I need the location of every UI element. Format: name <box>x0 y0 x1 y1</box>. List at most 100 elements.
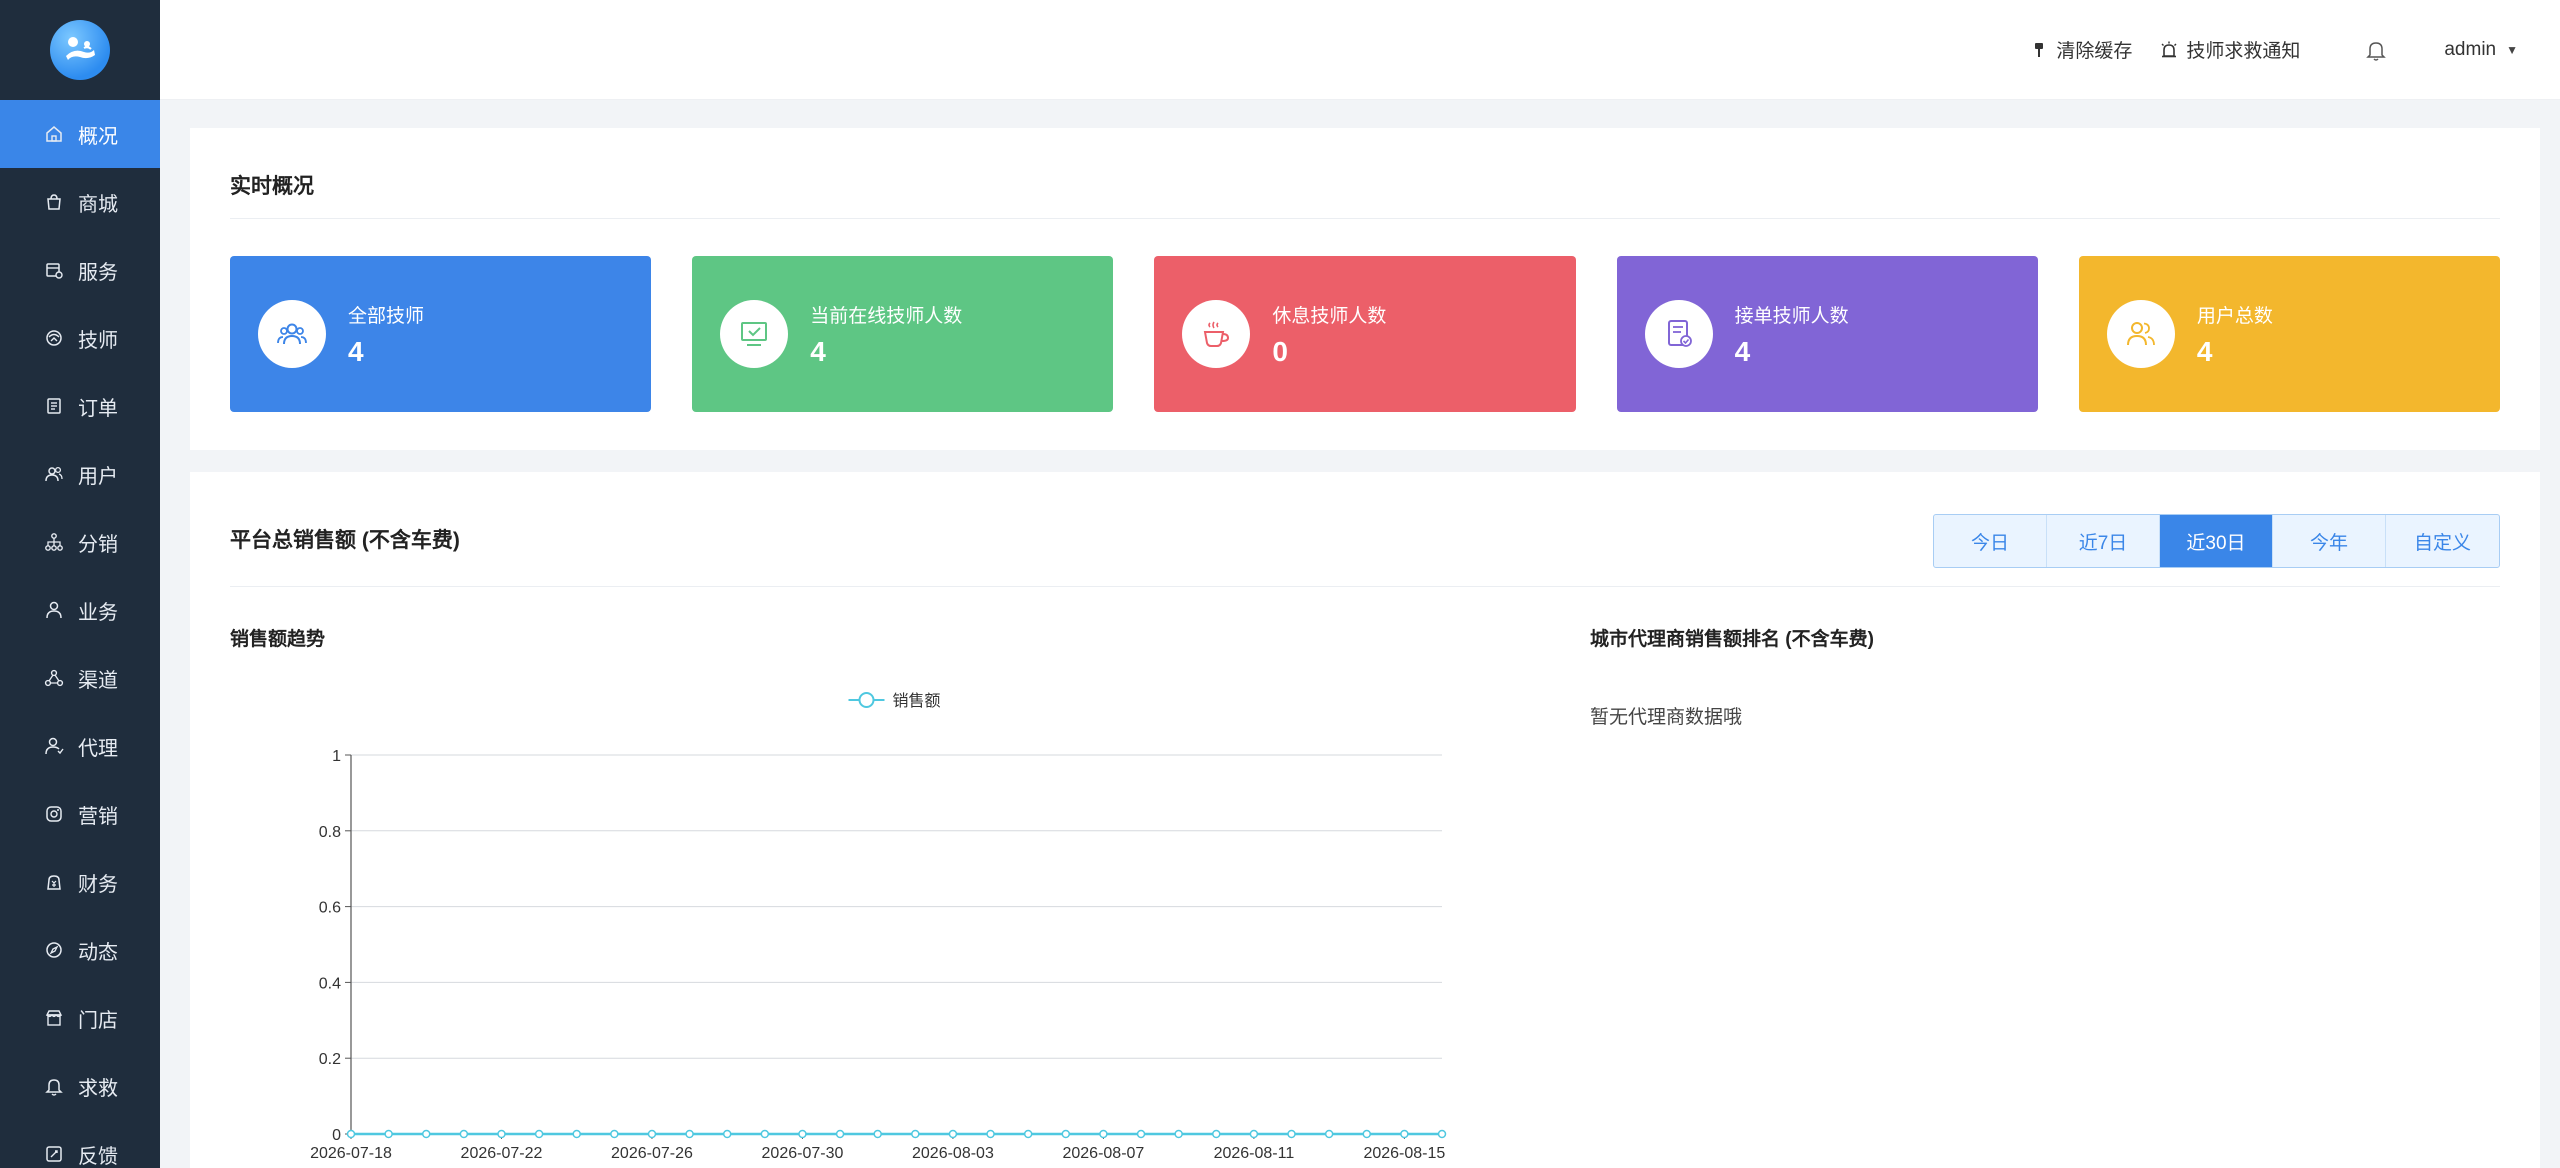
data-point <box>647 1129 657 1139</box>
sidebar-item-0[interactable]: 概况 <box>0 100 160 168</box>
data-point <box>1174 1129 1183 1139</box>
data-point <box>1437 1129 1447 1139</box>
user-menu[interactable]: admin ▼ <box>2444 39 2518 61</box>
data-point <box>948 1129 958 1139</box>
data-point <box>911 1129 920 1139</box>
x-tick-label: 2026-07-22 <box>461 1145 543 1162</box>
stat-card-2[interactable]: 休息技师人数 0 <box>1154 256 1576 412</box>
sidebar-item-9[interactable]: 代理 <box>0 712 160 780</box>
store-icon <box>44 1008 64 1028</box>
stat-card-1[interactable]: 当前在线技师人数 4 <box>692 256 1114 412</box>
range-tab-0[interactable]: 今日 <box>1934 515 2047 567</box>
app-logo[interactable] <box>50 20 110 80</box>
home-icon <box>44 124 64 144</box>
data-point <box>685 1129 694 1139</box>
rescue-notice-button[interactable]: 技师求救通知 <box>2160 36 2300 63</box>
data-point <box>1061 1129 1071 1139</box>
sidebar-item-label: 分销 <box>78 533 118 556</box>
data-point <box>572 1129 581 1139</box>
sidebar-item-13[interactable]: 门店 <box>0 984 160 1052</box>
agent-icon <box>44 736 64 756</box>
sidebar-item-4[interactable]: 订单 <box>0 372 160 440</box>
compass-icon <box>44 940 64 960</box>
caret-down-icon: ▼ <box>2506 42 2518 57</box>
stat-text: 休息技师人数 0 <box>1272 301 1386 368</box>
order-icon <box>44 396 64 416</box>
sidebar-item-1[interactable]: 商城 <box>0 168 160 236</box>
sidebar-item-12[interactable]: 动态 <box>0 916 160 984</box>
ranking-title: 城市代理商销售额排名 (不含车费) <box>1590 629 1874 650</box>
stat-label: 接单技师人数 <box>1734 305 1849 327</box>
sidebar-item-10[interactable]: 营销 <box>0 780 160 848</box>
user-group-icon <box>2106 300 2175 368</box>
data-point <box>1324 1129 1334 1139</box>
data-point <box>1362 1129 1372 1139</box>
username: admin <box>2444 38 2497 60</box>
stat-cards: 全部技师 4 当前在线技师人数 4 休息技师人数 0 接单技师人数 4 用户总数 4 <box>230 256 2501 412</box>
range-tab-2[interactable]: 近30日 <box>2160 515 2273 567</box>
massage-logo-icon <box>66 37 95 60</box>
data-point <box>760 1129 770 1139</box>
data-point <box>835 1129 845 1139</box>
divider <box>230 586 2500 587</box>
sidebar-item-label: 业务 <box>78 601 118 624</box>
business-icon <box>44 600 64 620</box>
y-tick-label: 0.4 <box>319 975 341 992</box>
data-point <box>1212 1129 1221 1139</box>
data-point <box>421 1129 431 1139</box>
shopping-bag-icon <box>44 192 64 212</box>
clear-cache-button[interactable]: 清除缓存 <box>2030 36 2132 63</box>
stat-value: 4 <box>2196 335 2213 367</box>
trend-title: 销售额趋势 <box>230 629 326 650</box>
notification-bell-button[interactable] <box>2364 38 2388 62</box>
sidebar-nav: 概况商城服务 技师 订单 用户分销业务渠道 代理 营销 财务动态门店 求救 反馈 <box>0 100 160 1168</box>
data-point <box>1287 1129 1296 1139</box>
sidebar-item-label: 概况 <box>78 125 118 148</box>
sidebar: 概况商城服务 技师 订单 用户分销业务渠道 代理 营销 财务动态门店 求救 反馈 <box>0 0 160 1168</box>
bell-icon <box>44 1076 64 1096</box>
channel-icon <box>44 668 64 688</box>
sidebar-item-15[interactable]: 反馈 <box>0 1120 160 1168</box>
sidebar-item-5[interactable]: 用户 <box>0 440 160 508</box>
sales-line-chart: 0 0.2 0.4 0.6 0.8 1 2026-07-18 2026-07-22 2026-0… <box>310 692 1447 1162</box>
stat-card-0[interactable]: 全部技师 4 <box>230 256 652 412</box>
sidebar-item-label: 商城 <box>78 193 118 216</box>
legend-label: 销售额 <box>893 692 941 710</box>
stat-value: 4 <box>1734 335 1751 367</box>
sidebar-item-14[interactable]: 求救 <box>0 1052 160 1120</box>
finance-icon <box>44 872 64 892</box>
sidebar-item-6[interactable]: 分销 <box>0 508 160 576</box>
data-point <box>1023 1129 1033 1139</box>
data-point <box>722 1129 732 1139</box>
stat-value: 0 <box>1272 335 1288 367</box>
range-tab-4[interactable]: 自定义 <box>2386 515 2499 567</box>
sidebar-item-2[interactable]: 服务 <box>0 236 160 304</box>
stat-text: 接单技师人数 4 <box>1735 301 1849 368</box>
sales-trend-chart: 0 0.2 0.4 0.6 0.8 1 2026-07-18 2026-07-22 2026-0… <box>226 672 1486 1168</box>
x-tick-label: 2026-07-26 <box>611 1145 693 1162</box>
sidebar-item-11[interactable]: 财务 <box>0 848 160 916</box>
date-range-tabs: 今日 近7日 近30日 今年 自定义 <box>1933 514 2500 568</box>
rescue-notice-label: 技师求救通知 <box>2186 41 2301 62</box>
y-tick-label: 0.8 <box>319 824 341 841</box>
sidebar-item-8[interactable]: 渠道 <box>0 644 160 712</box>
data-point <box>1136 1129 1146 1139</box>
data-point <box>798 1129 807 1139</box>
sales-title: 平台总销售额 (不含车费) <box>230 529 460 552</box>
range-tab-3[interactable]: 今年 <box>2273 515 2386 567</box>
stat-label: 当前在线技师人数 <box>810 305 963 327</box>
legend-marker <box>858 692 875 708</box>
sidebar-item-3[interactable]: 技师 <box>0 304 160 372</box>
y-tick-label: 0 <box>332 1127 341 1144</box>
overview-title: 实时概况 <box>230 175 314 198</box>
sidebar-item-7[interactable]: 业务 <box>0 576 160 644</box>
range-tab-1[interactable]: 近7日 <box>2047 515 2160 567</box>
stat-card-3[interactable]: 接单技师人数 4 <box>1616 256 2038 412</box>
stat-card-4[interactable]: 用户总数 4 <box>2078 256 2501 412</box>
stat-label: 休息技师人数 <box>1272 305 1387 327</box>
sidebar-item-label: 动态 <box>78 941 118 964</box>
monitor-check-icon <box>720 300 789 368</box>
technicians-group-icon <box>258 300 326 368</box>
stat-label: 用户总数 <box>2196 305 2273 327</box>
data-point <box>1249 1129 1259 1139</box>
